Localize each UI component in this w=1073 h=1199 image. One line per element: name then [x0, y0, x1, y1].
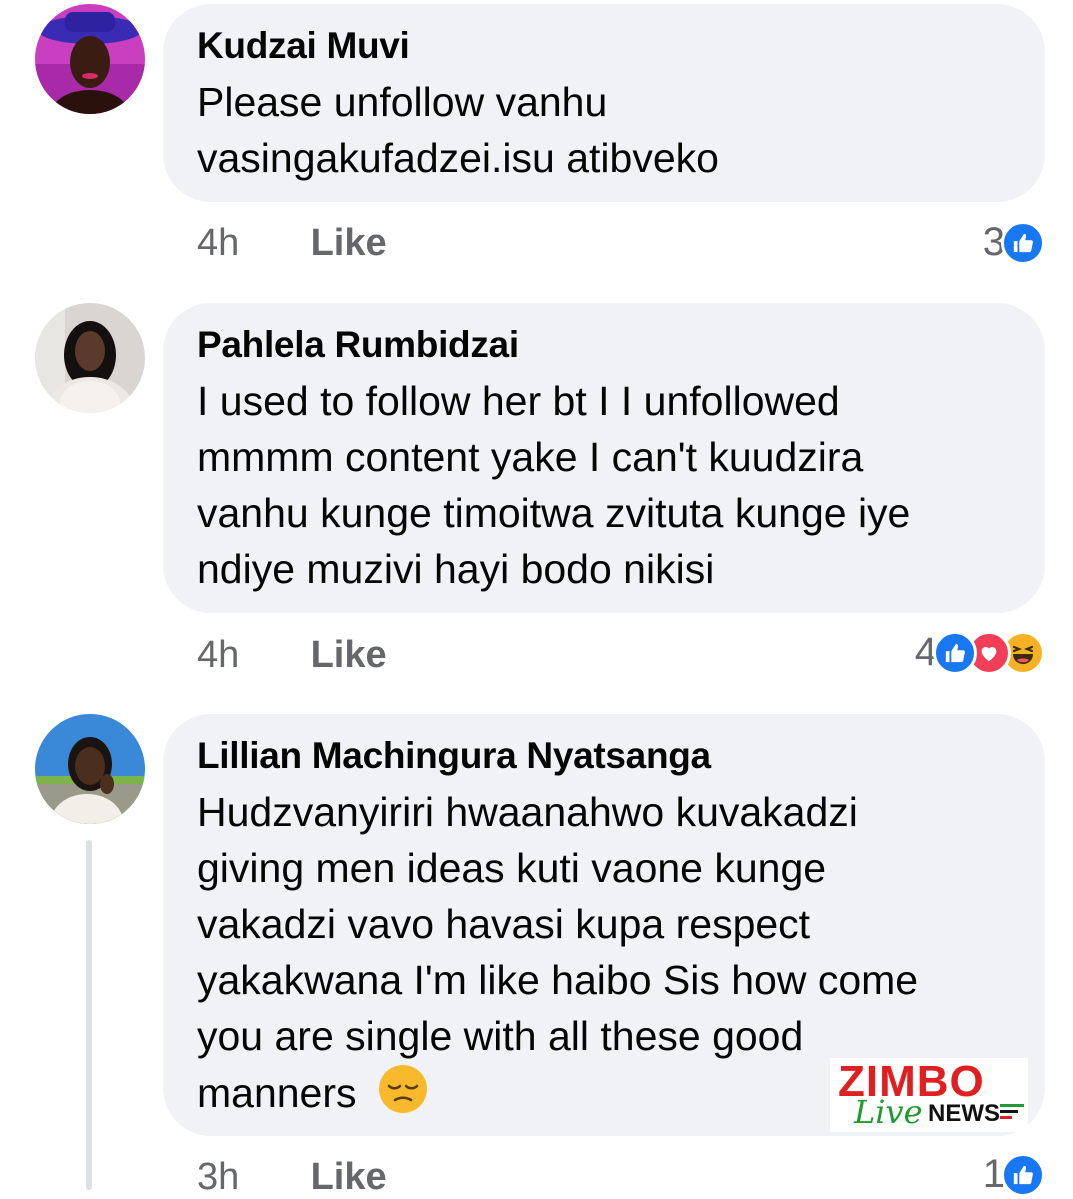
watermark-news: NEWS — [928, 1100, 1000, 1127]
reaction-summary[interactable]: 4 — [915, 630, 1045, 675]
comment-author[interactable]: Kudzai Muvi — [197, 26, 1011, 66]
avatar[interactable] — [35, 303, 145, 413]
reaction-summary[interactable]: 1 — [983, 1152, 1045, 1197]
comment-text: I used to follow her bt I I unfollowed m… — [197, 378, 911, 592]
thread-line — [86, 840, 92, 1190]
comment-text: Please unfollow vanhu vasingakufadzei.is… — [197, 79, 719, 181]
comment-meta: 4h Like — [197, 634, 387, 677]
comment-time[interactable]: 4h — [197, 222, 300, 265]
comment-author[interactable]: Lillian Machingura Nyatsanga — [197, 736, 1011, 776]
watermark-logo: ZIMBO Live NEWS — [830, 1058, 1028, 1132]
comment-meta: 4h Like — [197, 222, 387, 265]
avatar[interactable] — [35, 714, 145, 824]
avatar[interactable] — [35, 4, 145, 114]
like-icon — [1001, 220, 1045, 265]
comment-bubble: Kudzai Muvi Please unfollow vanhu vasing… — [163, 4, 1045, 202]
comment-bubble: Pahlela Rumbidzai I used to follow her b… — [163, 303, 1045, 613]
like-button[interactable]: Like — [311, 1156, 387, 1198]
watermark-lines-icon — [1000, 1104, 1024, 1119]
comment-time[interactable]: 3h — [197, 1156, 300, 1199]
like-button[interactable]: Like — [311, 634, 387, 676]
like-icon — [1001, 1152, 1045, 1197]
like-icon — [933, 630, 977, 675]
sad-face-emoji-icon — [378, 1064, 428, 1128]
watermark-live: Live — [854, 1093, 923, 1131]
like-button[interactable]: Like — [311, 222, 387, 264]
reaction-summary[interactable]: 3 — [983, 220, 1045, 265]
comment-meta: 3h Like — [197, 1156, 387, 1199]
comment-author[interactable]: Pahlela Rumbidzai — [197, 325, 1011, 365]
comment-time[interactable]: 4h — [197, 634, 300, 677]
